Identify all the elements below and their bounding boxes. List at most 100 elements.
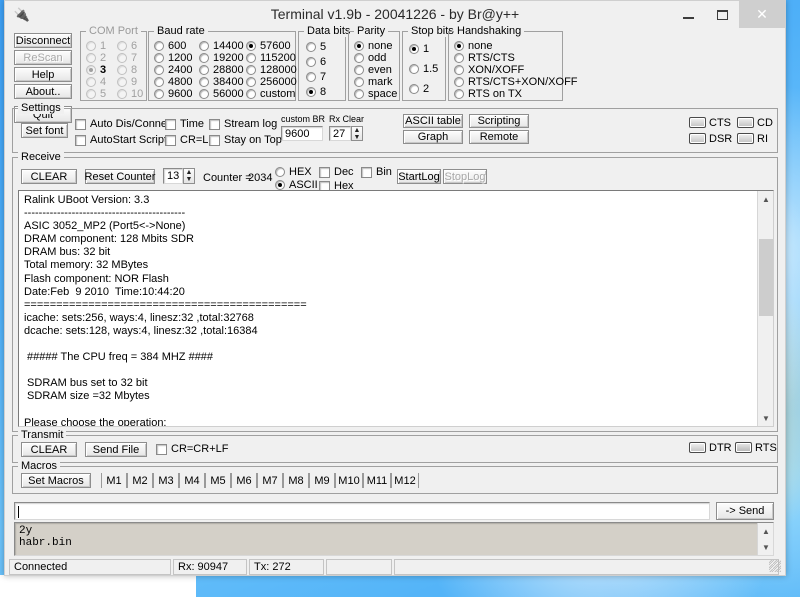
radio-com-8[interactable]: 8	[117, 64, 137, 76]
macro-button-m6[interactable]: M6	[231, 473, 257, 488]
about-button[interactable]: About..	[14, 84, 72, 99]
macro-button-m7[interactable]: M7	[257, 473, 283, 488]
radio-parity-even[interactable]: even	[354, 64, 392, 76]
radio-parity-none[interactable]: none	[354, 40, 392, 52]
macro-button-m11[interactable]: M11	[363, 473, 391, 488]
startlog-button[interactable]: StartLog	[397, 169, 441, 184]
set-font-button[interactable]: Set font	[21, 123, 68, 138]
scroll-down-icon[interactable]: ▼	[758, 410, 773, 426]
rescan-button[interactable]: ReScan	[14, 50, 72, 65]
transmit-log-scrollbar[interactable]: ▲ ▼	[757, 523, 773, 555]
radio-baud-custom[interactable]: custom	[246, 88, 295, 100]
send-input[interactable]	[14, 502, 710, 520]
minimize-button[interactable]	[671, 1, 705, 28]
radio-com-6[interactable]: 6	[117, 40, 137, 52]
scroll-up-icon[interactable]: ▲	[758, 523, 773, 539]
maximize-button[interactable]	[705, 1, 739, 28]
macro-button-m2[interactable]: M2	[127, 473, 153, 488]
radio-com-4[interactable]: 4	[86, 76, 106, 88]
macro-button-m1[interactable]: M1	[101, 473, 127, 488]
macro-button-m3[interactable]: M3	[153, 473, 179, 488]
checkbox-time[interactable]: Time	[165, 118, 204, 130]
radio-parity-mark[interactable]: mark	[354, 76, 392, 88]
radio-com-3[interactable]: 3	[86, 64, 106, 76]
scroll-up-icon[interactable]: ▲	[758, 191, 773, 207]
remote-button[interactable]: Remote	[469, 130, 529, 144]
radio-com-9[interactable]: 9	[117, 76, 137, 88]
send-button[interactable]: -> Send	[716, 502, 774, 520]
checkbox-stream-log[interactable]: Stream log	[209, 118, 277, 130]
radio-baud-28800[interactable]: 28800	[199, 64, 244, 76]
radio-baud-38400[interactable]: 38400	[199, 76, 244, 88]
custom-br-input[interactable]: 9600	[281, 126, 323, 141]
radio-baud-9600[interactable]: 9600	[154, 88, 192, 100]
radio-baud-115200[interactable]: 115200	[246, 52, 296, 64]
radio-stopbits-1[interactable]: 1	[409, 43, 429, 55]
radio-handshake-rtscts-xonxoff[interactable]: RTS/CTS+XON/XOFF	[454, 76, 578, 88]
radio-handshake-rts-cts[interactable]: RTS/CTS	[454, 52, 515, 64]
rx-clear-input[interactable]: 27	[329, 126, 351, 141]
graph-button[interactable]: Graph	[403, 130, 463, 144]
radio-parity-space[interactable]: space	[354, 88, 397, 100]
radio-databits-6[interactable]: 6	[306, 56, 326, 68]
radio-baud-57600[interactable]: 57600	[246, 40, 291, 52]
radio-receive-hex[interactable]: HEX	[275, 166, 312, 178]
macro-button-m12[interactable]: M12	[391, 473, 419, 488]
scroll-down-icon[interactable]: ▼	[758, 539, 773, 555]
receive-clear-button[interactable]: CLEAR	[21, 169, 77, 184]
spin-down-icon[interactable]: ▼	[354, 134, 361, 141]
macro-button-m4[interactable]: M4	[179, 473, 205, 488]
radio-stopbits-1-5[interactable]: 1.5	[409, 63, 438, 75]
radio-parity-odd[interactable]: odd	[354, 52, 386, 64]
title-bar[interactable]: 🔌 Terminal v1.9b - 20041226 - by Br@y++ …	[5, 1, 785, 28]
macro-button-m9[interactable]: M9	[309, 473, 335, 488]
radio-databits-7[interactable]: 7	[306, 71, 326, 83]
radio-baud-256000[interactable]: 256000	[246, 76, 297, 88]
checkbox-cr-crlf[interactable]: CR=CR+LF	[156, 443, 228, 455]
checkbox-autostart-script[interactable]: AutoStart Script	[75, 134, 167, 146]
radio-com-2[interactable]: 2	[86, 52, 106, 64]
receive-terminal-display[interactable]: Ralink UBoot Version: 3.3 --------------…	[18, 190, 774, 427]
send-file-button[interactable]: Send File	[85, 442, 147, 457]
radio-baud-56000[interactable]: 56000	[199, 88, 244, 100]
checkbox-receive-dec[interactable]: Dec	[319, 166, 354, 178]
checkbox-stay-on-top[interactable]: Stay on Top	[209, 134, 282, 146]
macro-button-m8[interactable]: M8	[283, 473, 309, 488]
help-button[interactable]: Help	[14, 67, 72, 82]
checkbox-cr-eq-lf[interactable]: CR=LF	[165, 134, 215, 146]
close-button[interactable]: ✕	[739, 1, 785, 28]
reset-counter-button[interactable]: Reset Counter	[85, 169, 155, 184]
radio-stopbits-2[interactable]: 2	[409, 83, 429, 95]
radio-baud-600[interactable]: 600	[154, 40, 186, 52]
stoplog-button[interactable]: StopLog	[443, 169, 487, 184]
radio-baud-2400[interactable]: 2400	[154, 64, 192, 76]
radio-handshake-rts-on-tx[interactable]: RTS on TX	[454, 88, 522, 100]
radio-com-1[interactable]: 1	[86, 40, 106, 52]
radio-com-10[interactable]: 10	[117, 88, 143, 100]
receive-spin-input[interactable]: 13	[163, 168, 183, 184]
radio-databits-8[interactable]: 8	[306, 86, 326, 98]
disconnect-button[interactable]: Disconnect	[14, 33, 72, 48]
radio-com-7[interactable]: 7	[117, 52, 137, 64]
checkbox-receive-bin[interactable]: Bin	[361, 166, 392, 178]
spin-up-icon[interactable]: ▲	[186, 169, 193, 176]
rx-clear-spinner[interactable]: ▲ ▼	[351, 126, 363, 141]
radio-baud-128000[interactable]: 128000	[246, 64, 297, 76]
transmit-clear-button[interactable]: CLEAR	[21, 442, 77, 457]
checkbox-auto-dis-connect[interactable]: Auto Dis/Connect	[75, 118, 176, 130]
receive-spinner[interactable]: ▲ ▼	[183, 168, 195, 184]
radio-com-5[interactable]: 5	[86, 88, 106, 100]
radio-handshake-none[interactable]: none	[454, 40, 492, 52]
macro-button-m10[interactable]: M10	[335, 473, 363, 488]
scrollbar-thumb[interactable]	[759, 239, 773, 316]
radio-databits-5[interactable]: 5	[306, 41, 326, 53]
spin-up-icon[interactable]: ▲	[354, 127, 361, 134]
resize-grip-icon[interactable]	[769, 560, 781, 572]
macro-button-m5[interactable]: M5	[205, 473, 231, 488]
radio-baud-4800[interactable]: 4800	[154, 76, 192, 88]
scripting-button[interactable]: Scripting	[469, 114, 529, 128]
radio-baud-19200[interactable]: 19200	[199, 52, 244, 64]
transmit-log[interactable]: 2y habr.bin ▲ ▼	[14, 522, 774, 556]
spin-down-icon[interactable]: ▼	[186, 176, 193, 183]
ascii-table-button[interactable]: ASCII table	[403, 114, 463, 128]
